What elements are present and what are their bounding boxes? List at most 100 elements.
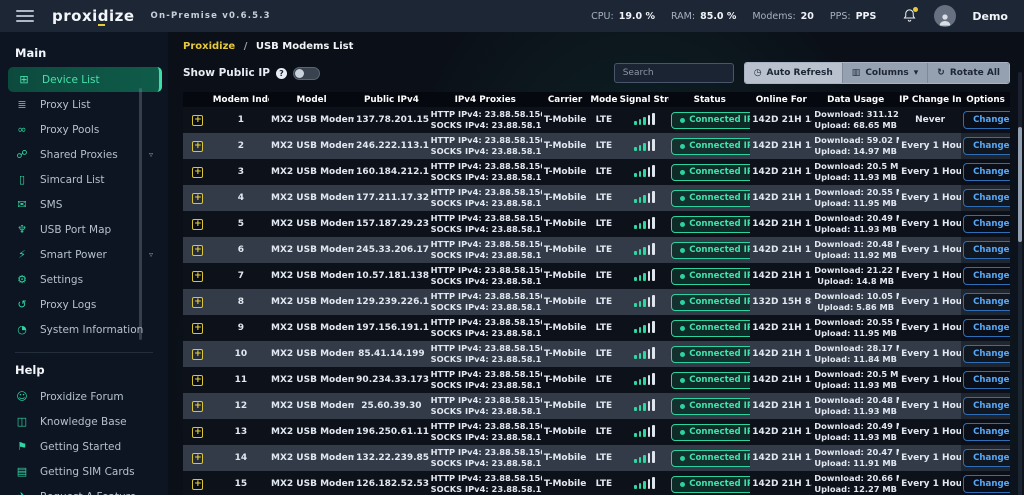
expand-row-icon[interactable]: + [192, 218, 204, 230]
modems-table: Modem Index Model Public IPv4 IPv4 Proxi… [183, 92, 1010, 495]
change-ip-button[interactable]: Change IP [963, 475, 1010, 493]
show-public-ip-toggle[interactable] [292, 66, 320, 80]
expand-cell: + [183, 237, 213, 263]
data-usage-cell: Download: 311.12 MBUpload: 68.65 MB [812, 107, 899, 133]
auto-refresh-button[interactable]: ◷ Auto Refresh [744, 63, 843, 83]
proxies-cell: HTTP IPv4: 23.88.58.156:2009SOCKS IPv4: … [429, 315, 542, 341]
cpu-stat: CPU: 19.0 % [591, 10, 655, 22]
expand-row-icon[interactable]: + [192, 322, 204, 334]
model-header: Model [269, 92, 355, 107]
sidebar-item-getting-started[interactable]: ⚑ Getting Started [0, 434, 168, 459]
change-ip-button[interactable]: Change IP [963, 397, 1010, 415]
expand-row-icon[interactable]: + [192, 166, 204, 178]
expand-cell: + [183, 471, 213, 495]
model-cell: MX2 USB Modem [271, 323, 355, 333]
search-input[interactable] [613, 63, 734, 83]
columns-button[interactable]: ▥ Columns ▾ [842, 63, 929, 83]
model-cell: MX2 USB Modem [271, 141, 355, 151]
signal-cell [620, 133, 670, 159]
change-ip-button[interactable]: Change IP [963, 423, 1010, 441]
help-question-icon[interactable]: ? [275, 67, 287, 79]
download-value: Download: 20.48 MB [814, 395, 899, 406]
status-badge: Connected IPv4v6 [671, 397, 751, 415]
expand-row-icon[interactable]: + [192, 374, 204, 386]
expand-row-icon[interactable]: + [192, 192, 204, 204]
bell-icon[interactable] [902, 7, 919, 24]
data-usage-cell: Download: 20.55 MBUpload: 11.95 MB [812, 315, 899, 341]
online-for-cell: 142D 21H 15M [752, 427, 812, 437]
socks-proxy: SOCKS IPv4: 23.88.58.156:3012 [430, 406, 542, 416]
mode-cell: LTE [595, 297, 613, 307]
expand-row-icon[interactable]: + [192, 478, 204, 490]
sidebar-item-proxy-pools[interactable]: ∞ Proxy Pools [0, 117, 168, 142]
expand-row-icon[interactable]: + [192, 348, 204, 360]
proxy-logs-icon: ↺ [17, 298, 27, 311]
upload-value: Upload: 11.95 MB [814, 198, 898, 208]
expand-row-icon[interactable]: + [192, 296, 204, 308]
online-for-cell: 142D 21H 15M [752, 219, 812, 229]
socks-proxy: SOCKS IPv4: 23.88.58.156:3009 [430, 328, 542, 338]
mode-cell: LTE [595, 323, 613, 333]
expand-row-icon[interactable]: + [192, 140, 204, 152]
sidebar-item-shared-proxies[interactable]: ☍ Shared Proxies ▿ [0, 142, 168, 167]
status-badge: Connected IPv4v6 [671, 423, 751, 441]
system-information-icon: ◔ [17, 323, 27, 336]
sidebar-item-smart-power[interactable]: ⚡ Smart Power ▿ [0, 242, 168, 267]
change-ip-button[interactable]: Change IP [963, 163, 1010, 181]
change-ip-button[interactable]: Change IP [963, 345, 1010, 363]
page-scrollbar[interactable] [1018, 72, 1022, 495]
breadcrumb-root[interactable]: Proxidize [183, 41, 235, 52]
sidebar-item-proxy-list[interactable]: ≣ Proxy List [0, 92, 168, 117]
menu-icon[interactable] [16, 10, 34, 22]
sidebar-item-sms[interactable]: ✉ SMS [0, 192, 168, 217]
sidebar-scrollbar[interactable] [139, 88, 142, 340]
sidebar-item-proxidize-forum[interactable]: ☺ Proxidize Forum [0, 384, 168, 409]
expand-row-icon[interactable]: + [192, 244, 204, 256]
rotate-all-button[interactable]: ↻ Rotate All [928, 63, 1009, 83]
change-ip-button[interactable]: Change IP [963, 293, 1010, 311]
sidebar-item-simcard-list[interactable]: ▯ Simcard List [0, 167, 168, 192]
online-for-cell: 142D 21H 15M [752, 141, 812, 151]
expand-row-icon[interactable]: + [192, 114, 204, 126]
sidebar-item-proxy-logs[interactable]: ↺ Proxy Logs [0, 292, 168, 317]
sidebar-item-request-a-feature[interactable]: ✈ Request A Feature [0, 484, 168, 495]
table-row: + 6 MX2 USB Modem 245.33.206.175 HTTP IP… [183, 237, 1010, 263]
sidebar-item-usb-port-map[interactable]: ♆ USB Port Map [0, 217, 168, 242]
change-ip-button[interactable]: Change IP [963, 111, 1010, 129]
sidebar-item-getting-sim-cards[interactable]: ▤ Getting SIM Cards [0, 459, 168, 484]
download-value: Download: 20.66 MB [814, 473, 899, 484]
change-ip-button[interactable]: Change IP [963, 241, 1010, 259]
public-ipv4-cell: 132.22.239.85 [356, 453, 429, 463]
username[interactable]: Demo [972, 10, 1008, 23]
options-cell: Change IP [961, 289, 1010, 315]
sidebar-item-settings[interactable]: ⚙ Settings [0, 267, 168, 292]
mode-cell: LTE [595, 479, 613, 489]
download-value: Download: 20.5 MB [814, 161, 900, 172]
ip-change-interval-cell: Every 1 Hours [901, 193, 962, 203]
expand-row-icon[interactable]: + [192, 400, 204, 412]
data-usage-cell: Download: 20.5 MB Upload: 11.93 MB [812, 159, 899, 185]
sidebar-item-knowledge-base[interactable]: ◫ Knowledge Base [0, 409, 168, 434]
expand-row-icon[interactable]: + [192, 452, 204, 464]
change-ip-button[interactable]: Change IP [963, 371, 1010, 389]
change-ip-button[interactable]: Change IP [963, 319, 1010, 337]
avatar[interactable] [934, 5, 957, 27]
model-cell: MX2 USB Modem [271, 219, 355, 229]
change-ip-button[interactable]: Change IP [963, 449, 1010, 467]
change-ip-button[interactable]: Change IP [963, 267, 1010, 285]
socks-proxy: SOCKS IPv4: 23.88.58.156:3005 [430, 224, 542, 234]
change-ip-button[interactable]: Change IP [963, 215, 1010, 233]
modem-index-cell: 9 [237, 323, 245, 333]
sidebar-item-system-information[interactable]: ◔ System Information [0, 317, 168, 342]
status-cell: Connected IPv4v6 [669, 263, 751, 289]
expand-row-icon[interactable]: + [192, 270, 204, 282]
signal-strength-icon [634, 294, 655, 307]
change-ip-button[interactable]: Change IP [963, 189, 1010, 207]
model-cell: MX2 USB Modem [271, 427, 355, 437]
expand-row-icon[interactable]: + [192, 426, 204, 438]
options-cell: Change IP [961, 185, 1010, 211]
change-ip-button[interactable]: Change IP [963, 137, 1010, 155]
options-cell: Change IP [961, 367, 1010, 393]
model-cell: MX2 USB Modem [271, 453, 355, 463]
scrollbar-thumb[interactable] [1018, 127, 1022, 242]
